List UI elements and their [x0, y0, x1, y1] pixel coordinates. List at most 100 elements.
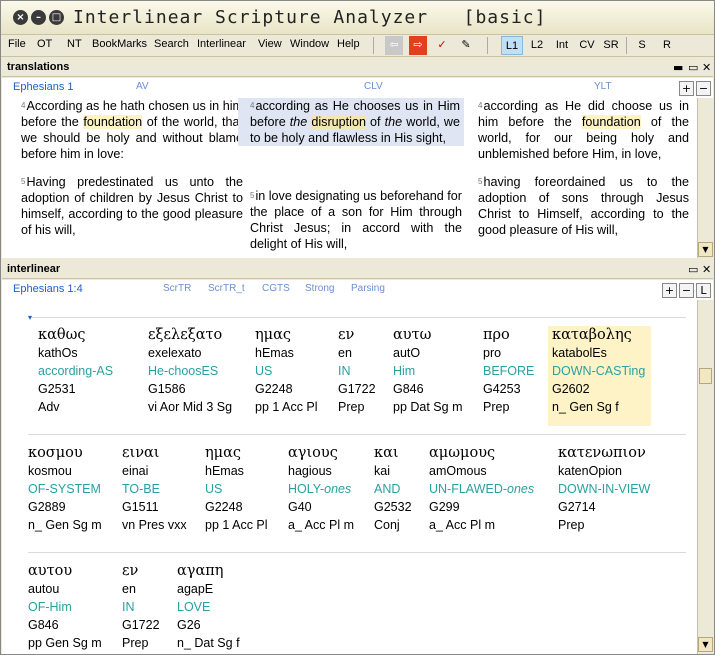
interlinear-word[interactable]: αυτου autou OF-Him G846 pp Gen Sg m: [28, 562, 102, 652]
interlinear-word[interactable]: εξελεξατο exelexato He-choosES G1586 vi Aor …: [148, 326, 232, 416]
parsing: n_ Gen Sg m: [28, 518, 102, 532]
remove-line-button[interactable]: −: [679, 283, 694, 298]
ylt-verse-4: 4according as He did choose us in him be…: [478, 99, 689, 161]
tool-s[interactable]: S: [635, 36, 649, 55]
english-gloss: DOWN-CASTing: [552, 364, 646, 378]
check-icon[interactable]: ✓: [433, 36, 451, 55]
interlinear-word[interactable]: προ pro BEFORE G4253 Prep: [483, 326, 534, 416]
strong-number: G1586: [148, 382, 186, 396]
translations-scrollbar[interactable]: ▼: [697, 98, 713, 258]
interlinear-word[interactable]: αγαπη agapE LOVE G26 n_ Dat Sg f: [177, 562, 240, 652]
toolbar-separator: [373, 37, 374, 54]
tool-l1[interactable]: L1: [501, 36, 523, 55]
gloss-suffix: ones: [324, 482, 352, 496]
menu-view[interactable]: View: [258, 38, 282, 50]
transliteration: kai: [374, 464, 390, 478]
menu-window[interactable]: Window: [290, 38, 329, 50]
interlinear-word[interactable]: καθως kathOs according-AS G2531 Adv: [38, 326, 113, 416]
tool-r[interactable]: R: [660, 36, 674, 55]
english-gloss: Him: [393, 364, 416, 378]
version-ylt[interactable]: YLT: [594, 81, 612, 92]
scroll-down-icon[interactable]: ▼: [698, 637, 713, 652]
greek-word: ημας: [205, 445, 242, 461]
interlinear-word[interactable]: εν en IN G1722 Prep: [122, 562, 160, 652]
remove-version-button[interactable]: −: [696, 81, 711, 96]
interlinear-word[interactable]: ημας hEmas US G2248 pp 1 Acc Pl: [255, 326, 318, 416]
tool-cv[interactable]: CV: [578, 36, 596, 55]
english-gloss: OF-Him: [28, 600, 72, 614]
caret-down-icon[interactable]: ▾: [28, 313, 32, 322]
strong-number: G2531: [38, 382, 76, 396]
menu-interlinear[interactable]: Interlinear: [197, 38, 246, 50]
interlinear-word[interactable]: εν en IN G1722 Prep: [338, 326, 376, 416]
transliteration: agapE: [177, 582, 214, 596]
strong-number: G2889: [28, 500, 66, 514]
panel-title: interlinear: [7, 263, 61, 275]
parsing: Prep: [122, 636, 149, 650]
english-gloss: IN: [122, 600, 135, 614]
transliteration: katenOpion: [558, 464, 622, 478]
minimize-panel-icon[interactable]: ▬: [673, 61, 683, 74]
tool-l2[interactable]: L2: [528, 36, 546, 55]
menu-ot[interactable]: OT: [37, 38, 52, 50]
transliteration: einai: [122, 464, 149, 478]
translations-refbar: Ephesians 1 AV CLV YLT + −: [2, 78, 711, 98]
interlinear-word[interactable]: αμωμους amOmous UN-FLAWED-ones G299 a_ Acc P…: [429, 444, 534, 534]
interlinear-header: interlinear ▭ ✕: [2, 262, 713, 279]
interlinear-word[interactable]: και kai AND G2532 Conj: [374, 444, 412, 534]
transliteration: kathOs: [38, 346, 78, 360]
english-gloss: TO-BE: [122, 482, 160, 496]
maximize-icon[interactable]: □: [49, 10, 64, 25]
maximize-panel-icon[interactable]: ▭: [688, 263, 698, 276]
ylt-column: 4according as He did choose us in him be…: [478, 98, 689, 238]
strong-number: G846: [393, 382, 424, 396]
add-version-button[interactable]: +: [679, 81, 694, 96]
tab-cgts[interactable]: CGTS: [262, 283, 290, 294]
interlinear-word[interactable]: κατενωπιον katenOpion DOWN-IN-VIEW G2714 Pre…: [558, 444, 650, 534]
interlinear-reference[interactable]: Ephesians 1:4: [13, 283, 83, 295]
version-clv[interactable]: CLV: [364, 81, 383, 92]
menu-help[interactable]: Help: [337, 38, 360, 50]
interlinear-word[interactable]: αυτω autO Him G846 pp Dat Sg m: [393, 326, 462, 416]
menu-file[interactable]: File: [8, 38, 26, 50]
strong-number: G2248: [255, 382, 293, 396]
parsing: Prep: [483, 400, 510, 414]
tool-sr[interactable]: SR: [602, 36, 620, 55]
close-panel-icon[interactable]: ✕: [702, 61, 711, 74]
add-line-button[interactable]: +: [662, 283, 677, 298]
interlinear-word[interactable]: καταβολης katabolEs DOWN-CASTing G2602 n_ Ge…: [548, 326, 652, 426]
menu-bookmarks[interactable]: BookMarks: [92, 38, 147, 50]
version-av[interactable]: AV: [136, 81, 149, 92]
interlinear-word[interactable]: κοσμου kosmou OF-SYSTEM G2889 n_ Gen Sg m: [28, 444, 102, 534]
tool-int[interactable]: Int: [552, 36, 572, 55]
transliteration: en: [338, 346, 352, 360]
interlinear-scrollbar[interactable]: ▼: [697, 300, 713, 654]
pen-icon[interactable]: ✎: [457, 36, 475, 55]
tab-strong[interactable]: Strong: [305, 283, 334, 294]
window-title: Interlinear Scripture Analyzer [basic]: [73, 7, 547, 28]
interlinear-word[interactable]: ειναι einai TO-BE G1511 vn Pres vxx: [122, 444, 187, 534]
menu-nt[interactable]: NT: [67, 38, 82, 50]
tab-scrtr-t[interactable]: ScrTR_t: [208, 283, 245, 294]
interlinear-word[interactable]: ημας hEmas US G2248 pp 1 Acc Pl: [205, 444, 268, 534]
close-icon[interactable]: ×: [13, 10, 28, 25]
back-arrow-icon[interactable]: ⇦: [385, 36, 403, 55]
av-verse-4: 4According as he hath chosen us in him b…: [21, 99, 244, 161]
scroll-down-icon[interactable]: ▼: [698, 242, 713, 257]
menu-search[interactable]: Search: [154, 38, 189, 50]
tab-parsing[interactable]: Parsing: [351, 283, 385, 294]
english-gloss: UN-FLAWED-ones: [429, 482, 535, 496]
tab-scrtr[interactable]: ScrTR: [163, 283, 191, 294]
english-gloss: AND: [374, 482, 401, 496]
strong-number: G299: [429, 500, 460, 514]
lock-button[interactable]: L: [696, 283, 711, 298]
transliteration: hagious: [288, 464, 332, 478]
forward-arrow-icon[interactable]: ⇨: [409, 36, 427, 55]
maximize-panel-icon[interactable]: ▭: [688, 61, 698, 74]
interlinear-word[interactable]: αγιους hagious HOLY-ones G40 a_ Acc Pl m: [288, 444, 354, 534]
close-panel-icon[interactable]: ✕: [702, 263, 711, 276]
translations-reference[interactable]: Ephesians 1: [13, 81, 74, 93]
scroll-thumb[interactable]: [699, 368, 712, 384]
minimize-icon[interactable]: –: [31, 10, 46, 25]
av-verse-5: 5Having predestinated us unto the adopti…: [21, 175, 243, 237]
